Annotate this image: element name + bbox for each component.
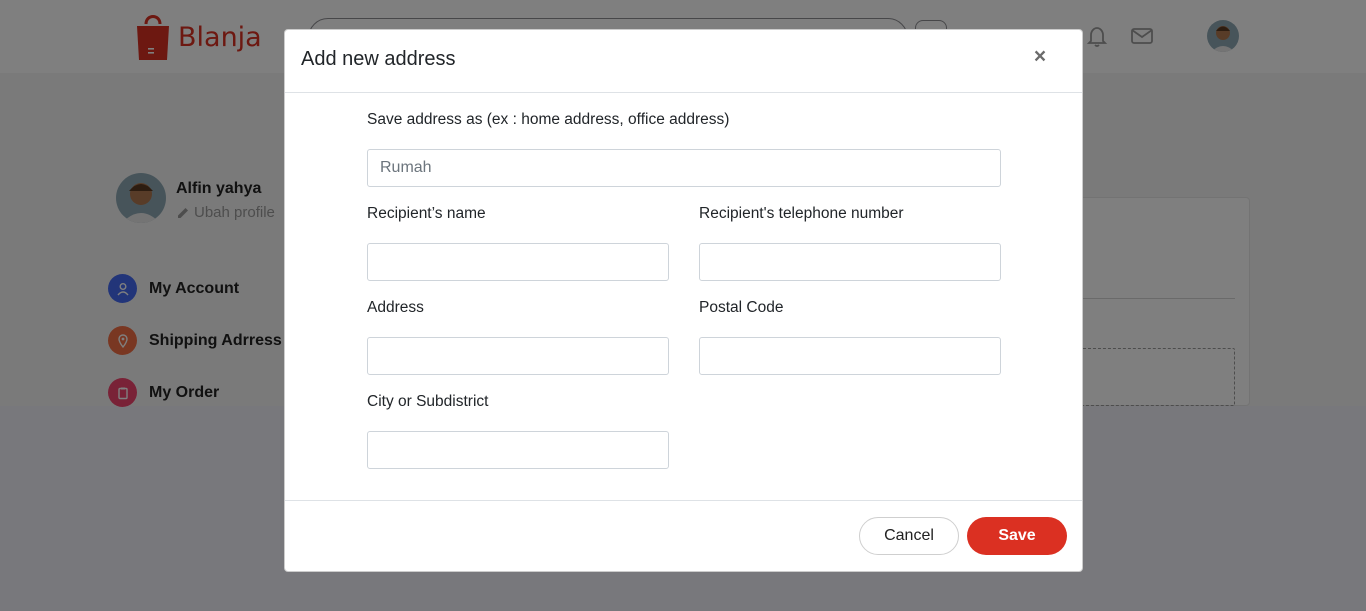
recipient-phone-input[interactable] [699, 243, 1001, 281]
cancel-button[interactable]: Cancel [859, 517, 959, 555]
city-label: City or Subdistrict [367, 393, 489, 410]
postal-code-input[interactable] [699, 337, 1001, 375]
save-as-label: Save address as (ex : home address, offi… [367, 111, 730, 128]
postal-code-label: Postal Code [699, 299, 784, 316]
modal-title: Add new address [301, 48, 456, 70]
modal-footer: Cancel Save [285, 500, 1082, 572]
close-icon[interactable]: × [1029, 46, 1051, 68]
save-as-input[interactable] [367, 149, 1001, 187]
add-address-modal: Add new address × Save address as (ex : … [284, 29, 1083, 572]
modal-header: Add new address × [285, 30, 1082, 93]
recipient-phone-label: Recipient's telephone number [699, 205, 904, 222]
save-button[interactable]: Save [967, 517, 1067, 555]
address-input[interactable] [367, 337, 669, 375]
address-label: Address [367, 299, 424, 316]
recipient-name-label: Recipient’s name [367, 205, 486, 222]
recipient-name-input[interactable] [367, 243, 669, 281]
city-input[interactable] [367, 431, 669, 469]
